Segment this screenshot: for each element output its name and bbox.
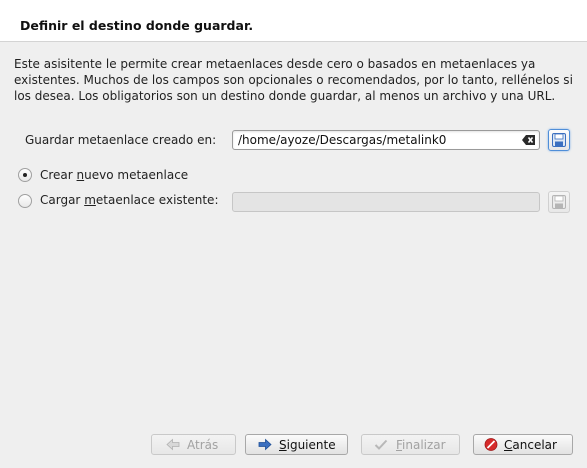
load-existing-radio[interactable] <box>18 194 32 208</box>
checkmark-icon <box>374 439 388 450</box>
create-new-label-pre: Crear <box>40 168 77 182</box>
load-existing-label-post: etaenlace existente: <box>95 193 219 207</box>
back-button[interactable]: Atrás <box>151 434 236 455</box>
next-mnemonic: S <box>279 438 287 452</box>
existing-metalink-input[interactable] <box>232 192 540 212</box>
cancel-button[interactable]: Cancelar <box>473 434 573 455</box>
save-path-label: Guardar metaenlace creado en: <box>25 133 217 147</box>
create-new-radio[interactable] <box>18 168 32 182</box>
back-button-label: Atrás <box>187 438 219 452</box>
page-title: Definir el destino donde guardar. <box>20 18 254 33</box>
wizard-header: Definir el destino donde guardar. <box>0 0 587 42</box>
save-icon-disabled <box>552 195 566 209</box>
finish-button-label: Finalizar <box>396 438 446 452</box>
cancel-icon <box>484 438 498 451</box>
finish-button[interactable]: Finalizar <box>361 434 460 455</box>
save-path-input[interactable]: /home/ayoze/Descargas/metalink0 <box>232 130 540 150</box>
next-button[interactable]: Siguiente <box>245 434 348 455</box>
load-existing-mnemonic: m <box>84 193 96 207</box>
create-new-mnemonic: n <box>76 168 85 182</box>
cancel-label-post: ancelar <box>512 438 557 452</box>
create-new-label[interactable]: Crear nuevo metaenlace <box>40 168 188 182</box>
cancel-button-label: Cancelar <box>504 438 557 452</box>
next-label-post: iguiente <box>286 438 336 452</box>
save-icon <box>552 133 566 147</box>
radio-selected-dot <box>23 173 27 177</box>
create-new-label-post: uevo metaenlace <box>84 168 189 182</box>
load-existing-label[interactable]: Cargar metaenlace existente: <box>40 193 219 207</box>
next-button-label: Siguiente <box>279 438 336 452</box>
browse-existing-button[interactable] <box>548 191 570 213</box>
arrow-left-icon <box>166 438 180 451</box>
clear-text-icon[interactable] <box>522 134 536 146</box>
intro-text: Este asisitente le permite crear metaenl… <box>14 57 573 103</box>
finish-label-post: inalizar <box>402 438 446 452</box>
load-existing-label-pre: Cargar <box>40 193 85 207</box>
browse-save-button[interactable] <box>548 129 570 151</box>
save-path-value: /home/ayoze/Descargas/metalink0 <box>238 133 447 147</box>
arrow-right-icon <box>258 438 272 451</box>
